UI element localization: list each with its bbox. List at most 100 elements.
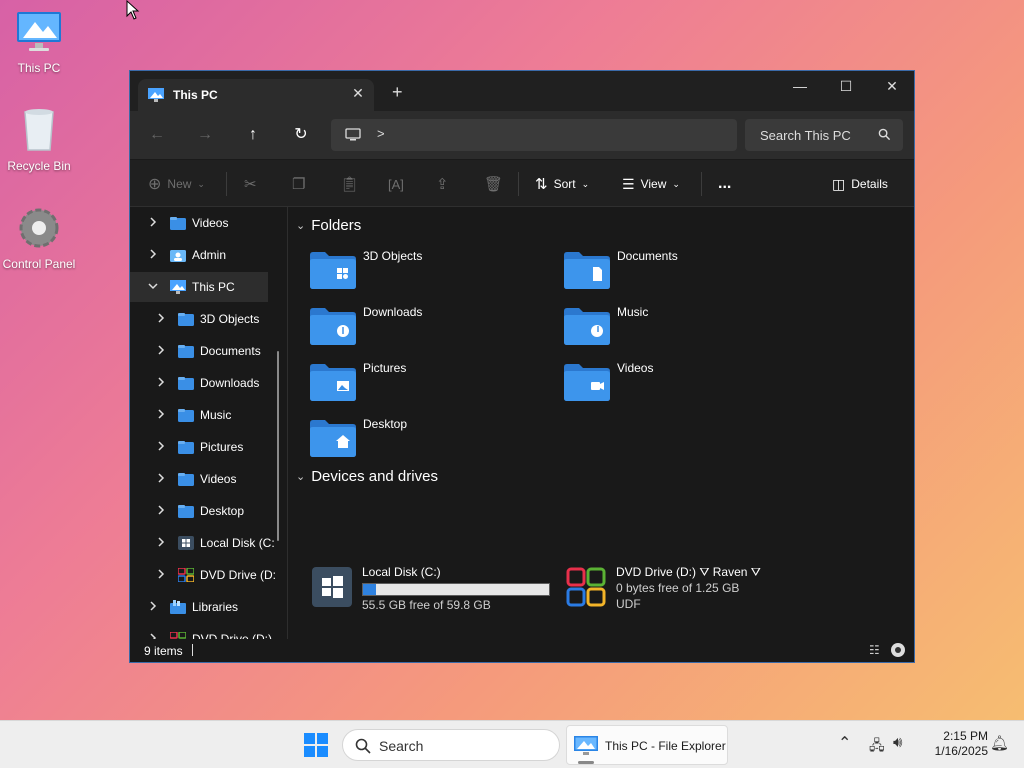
folder-tile[interactable]: Desktop (310, 415, 550, 463)
nav-item[interactable]: This PC (130, 272, 268, 302)
back-button[interactable]: ← (147, 125, 167, 145)
share-button[interactable]: ⇪ (436, 174, 449, 194)
nav-item[interactable]: DVD Drive (D: (130, 560, 276, 590)
more-options-button[interactable]: ... (718, 174, 731, 194)
folder-tile[interactable]: Videos (564, 359, 804, 407)
sort-button[interactable]: ⇅ Sort ⌄ (535, 174, 589, 194)
nav-item[interactable]: Downloads (130, 368, 268, 398)
folder-tile[interactable]: Documents (564, 247, 804, 295)
chevron-right-icon[interactable] (156, 345, 166, 355)
folder-icon (178, 313, 194, 326)
search-input[interactable]: Search This PC (760, 128, 851, 143)
folder-label: Videos (617, 361, 654, 375)
volume-icon[interactable]: 🔊︎ (893, 734, 902, 751)
forward-button[interactable]: → (195, 125, 215, 145)
nav-item[interactable]: Libraries (130, 592, 268, 622)
network-icon[interactable]: 🖧︎ (869, 735, 885, 759)
chevron-right-icon[interactable] (148, 249, 158, 259)
section-folders-header[interactable]: ⌄ Folders (296, 217, 361, 234)
search-box[interactable]: Search This PC (745, 119, 903, 151)
section-devices-header[interactable]: ⌄ Devices and drives (296, 468, 438, 485)
chevron-right-icon[interactable] (156, 473, 166, 483)
address-bar[interactable]: > (331, 119, 737, 151)
folder-label: Downloads (363, 305, 423, 319)
desktop-icon-this-pc[interactable]: This PC (0, 8, 78, 75)
chevron-right-icon[interactable] (148, 217, 158, 227)
desktop-icon-recycle-bin[interactable]: Recycle Bin (0, 106, 78, 173)
chevron-right-icon[interactable] (156, 313, 166, 323)
notifications-icon[interactable]: 🔔︎ (990, 734, 1009, 752)
details-button[interactable]: ◫ Details (832, 174, 888, 194)
sort-label: Sort (553, 177, 576, 191)
folder-icon (178, 505, 194, 518)
chevron-right-icon[interactable] (156, 377, 166, 387)
copy-icon: ❐ (292, 176, 306, 193)
nav-item[interactable]: Videos (130, 464, 268, 494)
folder-icon (178, 441, 194, 454)
nav-item[interactable]: Pictures (130, 432, 268, 462)
nav-item-label: DVD Drive (D: (200, 568, 277, 582)
close-tab-icon[interactable]: ✕ (350, 85, 366, 102)
chevron-down-icon[interactable] (148, 281, 158, 291)
drive-usage-bar (362, 583, 550, 596)
rename-button[interactable]: [A] (388, 174, 404, 194)
folder-tile[interactable]: Downloads (310, 303, 550, 351)
nav-item[interactable]: Music (130, 400, 268, 430)
nav-item-label: Pictures (200, 440, 244, 454)
taskbar-search[interactable]: Search (342, 729, 560, 761)
nav-item[interactable]: Documents (130, 336, 268, 366)
nav-item-label: Videos (192, 216, 229, 230)
maximize-button[interactable]: ☐ (823, 71, 869, 101)
delete-button[interactable]: 🗑︎ (484, 174, 503, 194)
nav-item[interactable]: Local Disk (C: (130, 528, 275, 558)
minimize-button[interactable]: — (777, 71, 823, 101)
chevron-right-icon[interactable] (156, 537, 166, 547)
this-pc-icon (148, 88, 164, 102)
chevron-right-icon[interactable] (156, 441, 166, 451)
disk-icon (178, 536, 194, 550)
tab-this-pc[interactable]: This PC ✕ (138, 79, 374, 111)
nav-item[interactable]: Videos (130, 208, 268, 238)
desktop-icon-control-panel[interactable]: Control Panel (0, 204, 78, 271)
drive-local-disk-c[interactable]: Local Disk (C:) 55.5 GB free of 59.8 GB (312, 565, 562, 615)
folder-tile[interactable]: Pictures (310, 359, 550, 407)
view-button[interactable]: ☰ View ⌄ (622, 174, 680, 194)
folder-tile[interactable]: Music (564, 303, 804, 351)
nav-item[interactable]: Desktop (130, 496, 268, 526)
new-tab-button[interactable]: + (392, 83, 403, 101)
scissors-icon: ✂ (244, 176, 257, 193)
show-hidden-icons-chevron-icon[interactable]: ⌃ (838, 733, 851, 753)
cut-button[interactable]: ✂ (244, 174, 257, 194)
monitor-icon (345, 128, 361, 141)
nav-item[interactable]: Admin (130, 240, 268, 270)
up-button[interactable]: ↑ (243, 125, 263, 145)
drive-filesystem: UDF (616, 597, 641, 611)
copy-button[interactable]: ❐ (292, 174, 305, 194)
chevron-right-icon[interactable] (156, 409, 166, 419)
nav-item-label: Downloads (200, 376, 260, 390)
refresh-button[interactable]: ↻ (291, 125, 311, 145)
tiles-view-toggle-icon[interactable] (891, 643, 905, 657)
nav-item[interactable]: 3D Objects (130, 304, 268, 334)
taskbar-app-file-explorer[interactable]: This PC - File Explorer (566, 725, 728, 765)
nav-item[interactable]: DVD Drive (D:) (130, 624, 272, 639)
chevron-right-icon[interactable] (148, 601, 158, 611)
taskbar-search-input[interactable]: Search (379, 738, 423, 754)
content-pane: ⌄ Folders ⌄ Devices and drives Local Dis… (288, 207, 914, 639)
breadcrumb-chevron[interactable]: > (377, 126, 385, 141)
system-clock[interactable]: 2:15 PM 1/16/2025 (918, 729, 988, 759)
chevron-right-icon[interactable] (156, 505, 166, 515)
drive-name: DVD Drive (D:) ⛛ Raven ⛛ (616, 565, 761, 579)
details-view-toggle-icon[interactable]: ☷ (869, 643, 880, 657)
paste-button[interactable]: 📋︎ (340, 174, 359, 194)
tab-title: This PC (173, 88, 218, 102)
folder-tile[interactable]: 3D Objects (310, 247, 550, 295)
drive-dvd-d[interactable]: DVD Drive (D:) ⛛ Raven ⛛ 0 bytes free of… (566, 565, 816, 615)
folder-label: Desktop (363, 417, 408, 431)
close-window-button[interactable]: ✕ (869, 71, 914, 101)
new-button[interactable]: ⊕ New ⌄ (148, 174, 205, 194)
navigation-scrollbar[interactable] (277, 351, 279, 541)
folder-label: 3D Objects (363, 249, 423, 263)
chevron-right-icon[interactable] (156, 569, 166, 579)
start-button-icon[interactable] (304, 733, 328, 757)
